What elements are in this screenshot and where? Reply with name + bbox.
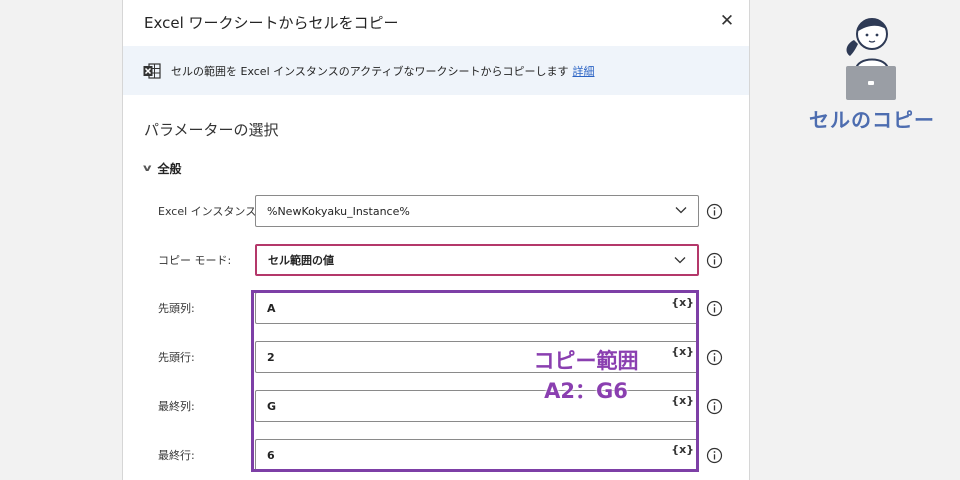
info-text: セルの範囲を Excel インスタンスのアクティブなワークシートからコピーします <box>171 64 569 78</box>
field-row-end-row: 最終行: 6 {x} <box>123 439 749 473</box>
field-row-copy-mode: コピー モード: セル範囲の値 <box>123 244 749 278</box>
info-icon[interactable] <box>706 447 723 464</box>
field-label: 先頭列: <box>158 302 195 315</box>
copy-range-annotation: コピー範囲 A2：G6 <box>514 346 658 406</box>
field-value: G <box>267 399 277 413</box>
dialog-title: Excel ワークシートからセルをコピー <box>144 14 399 32</box>
field-value: 6 <box>267 448 275 462</box>
field-value: セル範囲の値 <box>268 254 334 267</box>
field-value: %NewKokyaku_Instance% <box>267 204 410 218</box>
field-label: 最終行: <box>158 449 195 462</box>
copy-cells-dialog: Excel ワークシートからセルをコピー ✕ セルの範囲を Excel インスタ… <box>122 0 750 480</box>
field-row-excel-instance: Excel インスタンス: %NewKokyaku_Instance% <box>123 195 749 229</box>
dialog-titlebar: Excel ワークシートからセルをコピー ✕ <box>123 0 749 46</box>
chevron-down-icon <box>675 207 687 214</box>
side-caption: セルのコピー <box>809 108 935 132</box>
group-label: 全般 <box>157 162 182 176</box>
end-row-input[interactable]: 6 {x} <box>255 439 699 471</box>
info-icon[interactable] <box>706 252 723 269</box>
excel-icon <box>143 62 161 79</box>
chevron-down-icon <box>674 257 686 264</box>
field-row-start-column: 先頭列: A {x} <box>123 292 749 326</box>
start-column-input[interactable]: A {x} <box>255 292 699 324</box>
info-icon[interactable] <box>706 300 723 317</box>
field-label: 最終列: <box>158 400 195 413</box>
section-title: パラメーターの選択 <box>144 121 279 139</box>
field-value: A <box>267 301 276 315</box>
field-value: 2 <box>267 350 275 364</box>
info-icon[interactable] <box>706 349 723 366</box>
group-general-toggle[interactable]: v 全般 <box>143 160 182 177</box>
variable-icon[interactable]: {x} <box>671 345 694 358</box>
excel-instance-dropdown[interactable]: %NewKokyaku_Instance% <box>255 195 699 227</box>
info-icon[interactable] <box>706 203 723 220</box>
field-label: 先頭行: <box>158 351 195 364</box>
field-label: コピー モード: <box>158 254 232 267</box>
variable-icon[interactable]: {x} <box>671 394 694 407</box>
info-icon[interactable] <box>706 398 723 415</box>
variable-icon[interactable]: {x} <box>671 443 694 456</box>
copy-mode-dropdown[interactable]: セル範囲の値 <box>255 244 699 276</box>
close-icon[interactable]: ✕ <box>715 9 739 33</box>
details-link[interactable]: 詳細 <box>572 63 594 79</box>
chevron-down-icon: v <box>143 163 152 174</box>
field-label: Excel インスタンス: <box>158 205 260 218</box>
info-bar: セルの範囲を Excel インスタンスのアクティブなワークシートからコピーします… <box>123 46 749 95</box>
person-laptop-illustration <box>846 18 896 100</box>
annotation-line-1: コピー範囲 <box>533 349 639 373</box>
annotation-line-2: A2：G6 <box>544 379 628 403</box>
variable-icon[interactable]: {x} <box>671 296 694 309</box>
